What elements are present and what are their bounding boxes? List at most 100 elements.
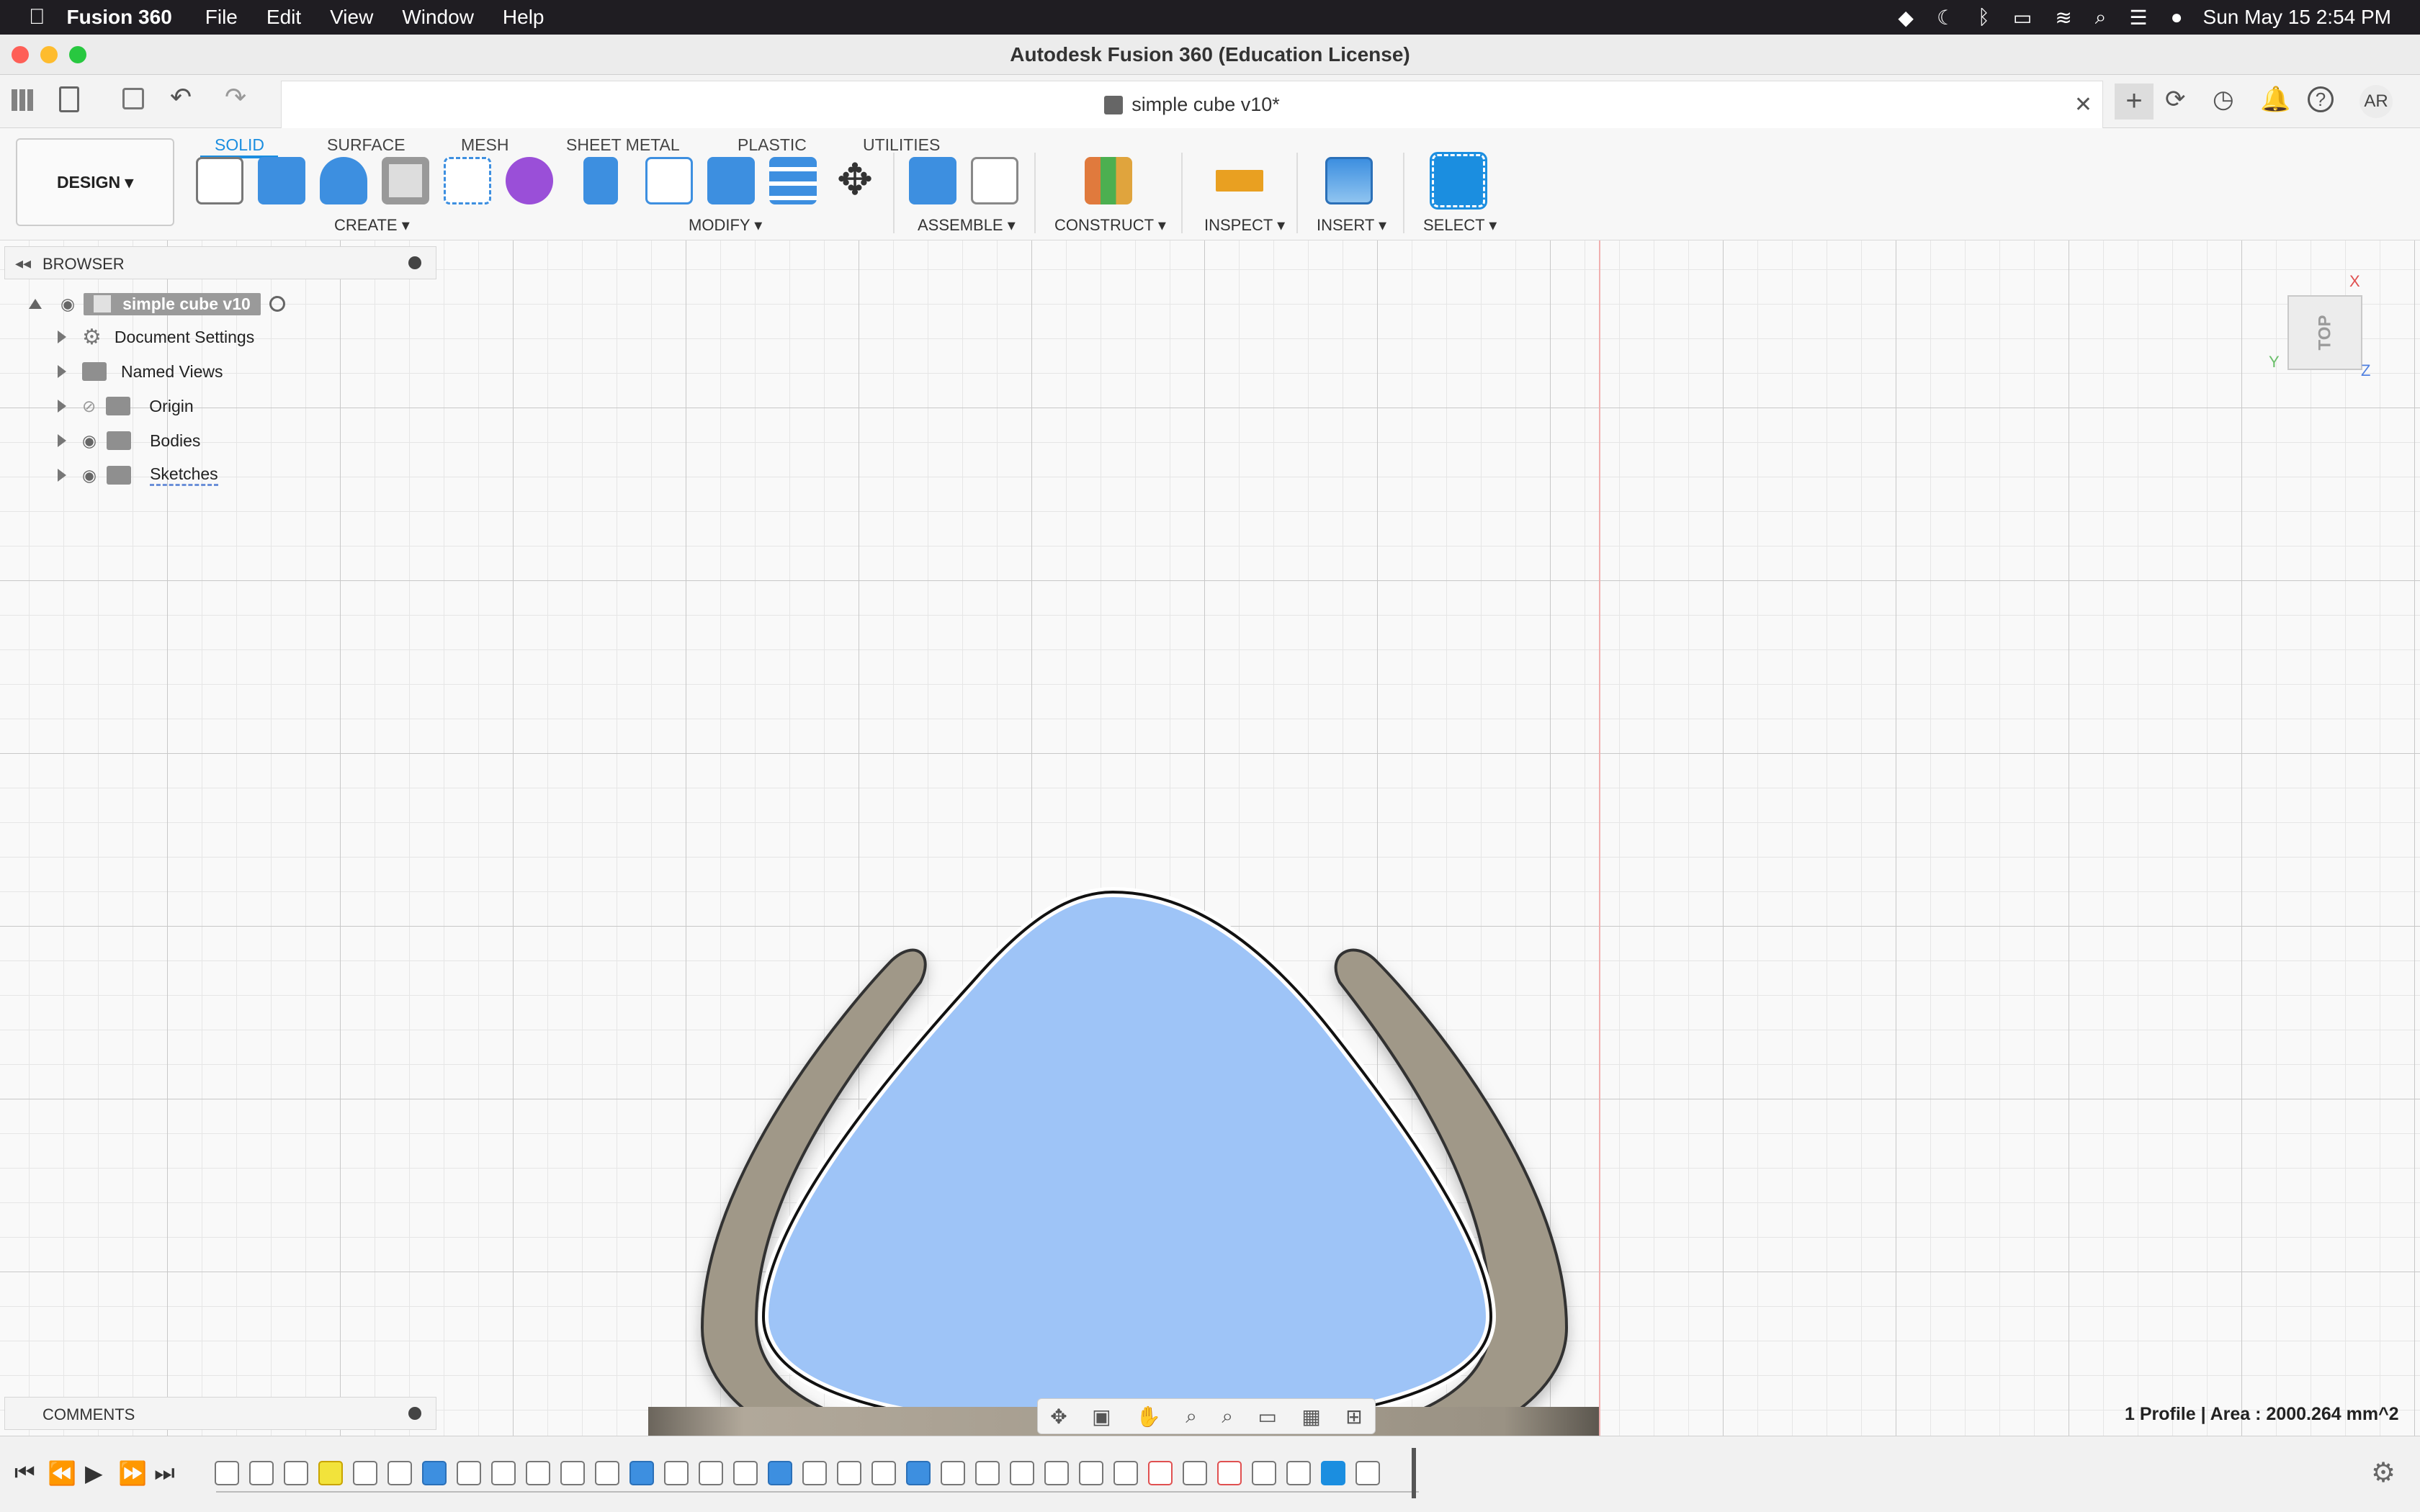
document-tab[interactable]: simple cube v10* ✕: [281, 81, 2103, 128]
model-svg[interactable]: [663, 629, 1599, 1508]
moon-icon[interactable]: ☾: [1925, 6, 1966, 30]
tab-mesh[interactable]: MESH: [461, 135, 508, 155]
timeline-feature-fillet-icon[interactable]: [1252, 1461, 1276, 1485]
zoom-window-button[interactable]: [69, 46, 86, 63]
bluetooth-icon[interactable]: ᛒ: [1966, 6, 2002, 29]
viewcube[interactable]: TOP: [2287, 295, 2362, 370]
timeline-feature-extrude-icon[interactable]: [906, 1461, 931, 1485]
timeline-last-icon[interactable]: ⏭: [154, 1459, 175, 1487]
pattern-icon[interactable]: [444, 157, 491, 204]
timeline-feature-move-icon[interactable]: [1079, 1461, 1103, 1485]
menu-file[interactable]: File: [191, 6, 252, 29]
tab-surface[interactable]: SURFACE: [327, 135, 405, 155]
browser-item-sketches[interactable]: ◉ Sketches: [58, 459, 218, 491]
new-tab-icon[interactable]: +: [2115, 84, 2154, 120]
timeline-prev-icon[interactable]: ⏪: [48, 1459, 76, 1487]
timeline-feature-move-icon[interactable]: [1286, 1461, 1311, 1485]
expand-caret[interactable]: [58, 365, 66, 378]
group-insert[interactable]: INSERT ▾: [1317, 216, 1386, 235]
spotlight-search-icon[interactable]: ⌕: [2084, 6, 2118, 30]
display-settings-icon[interactable]: ▭: [1258, 1405, 1277, 1428]
timeline-feature-delete-icon[interactable]: [1217, 1461, 1242, 1485]
expand-caret[interactable]: [58, 330, 66, 343]
siri-icon[interactable]: ●: [2159, 6, 2195, 29]
group-inspect[interactable]: INSPECT ▾: [1204, 216, 1285, 235]
timeline-feature-sketch-icon[interactable]: [215, 1461, 239, 1485]
timeline-feature-extrude-icon[interactable]: [422, 1461, 447, 1485]
fillet-icon[interactable]: [645, 157, 693, 204]
menu-app-name[interactable]: Fusion 360: [61, 6, 191, 29]
job-status-icon[interactable]: ◷: [2213, 85, 2234, 114]
timeline-feature-sketch-icon[interactable]: [664, 1461, 689, 1485]
pan-hand-icon[interactable]: ✋: [1136, 1405, 1161, 1428]
activate-radio-icon[interactable]: [269, 296, 285, 312]
group-assemble[interactable]: ASSEMBLE ▾: [918, 216, 1016, 235]
root-expand-caret[interactable]: [29, 299, 42, 309]
timeline-feature-joint-icon[interactable]: [802, 1461, 827, 1485]
timeline-first-icon[interactable]: ⏮: [14, 1459, 35, 1487]
timeline-feature-hole-icon[interactable]: [491, 1461, 516, 1485]
close-tab-icon[interactable]: ✕: [2074, 92, 2092, 117]
tab-solid[interactable]: SOLID: [215, 135, 264, 155]
menu-window[interactable]: Window: [387, 6, 488, 29]
timeline-feature-extrude-icon[interactable]: [629, 1461, 654, 1485]
extensions-icon[interactable]: ⟳: [2165, 85, 2186, 114]
collapse-browser-icon[interactable]: ◂◂: [15, 254, 31, 273]
shell-icon[interactable]: [769, 157, 817, 204]
browser-item-named-views[interactable]: Named Views: [58, 356, 223, 387]
save-icon[interactable]: [122, 88, 144, 109]
timeline-play-icon[interactable]: ▶: [85, 1459, 103, 1487]
timeline-feature-move-icon[interactable]: [1010, 1461, 1034, 1485]
file-menu-icon[interactable]: [59, 86, 79, 112]
timeline-feature-select-active-icon[interactable]: [1321, 1461, 1345, 1485]
zoom-icon[interactable]: ⌕: [1186, 1405, 1197, 1428]
revolve-icon[interactable]: [320, 157, 367, 204]
timeline-feature-fillet-icon[interactable]: [1113, 1461, 1138, 1485]
timeline-feature-sketch-active-icon[interactable]: [318, 1461, 343, 1485]
browser-pin-icon[interactable]: [408, 256, 421, 269]
fit-zoom-icon[interactable]: ⌕: [1222, 1405, 1233, 1428]
tab-sheet-metal[interactable]: SHEET METAL: [566, 135, 680, 155]
visibility-eye-icon[interactable]: ◉: [82, 431, 97, 451]
timeline-feature-sketch-icon[interactable]: [284, 1461, 308, 1485]
timeline-feature-sketch-icon[interactable]: [975, 1461, 1000, 1485]
battery-icon[interactable]: ▭: [2002, 6, 2043, 30]
timeline-feature-fillet-icon[interactable]: [1044, 1461, 1069, 1485]
timeline-feature-sketch-icon[interactable]: [1355, 1461, 1380, 1485]
tab-plastic[interactable]: PLASTIC: [738, 135, 807, 155]
insert-image-icon[interactable]: [1325, 157, 1373, 204]
menu-edit[interactable]: Edit: [252, 6, 315, 29]
press-pull-icon[interactable]: [583, 157, 618, 204]
move-copy-icon[interactable]: ✥: [831, 157, 879, 204]
timeline-feature-sketch-icon[interactable]: [871, 1461, 896, 1485]
timeline-feature-delete-icon[interactable]: [1148, 1461, 1173, 1485]
timeline-feature-extrude-icon[interactable]: [768, 1461, 792, 1485]
canvas-viewport[interactable]: TOP X Y Z ✥ ▣ ✋ ⌕ ⌕ ▭ ▦ ⊞ 1 Profile | Ar…: [0, 240, 2420, 1495]
user-avatar[interactable]: AR: [2360, 85, 2393, 118]
offset-plane-icon[interactable]: [1085, 157, 1132, 204]
joint-icon[interactable]: [971, 157, 1018, 204]
orbit-icon[interactable]: ✥: [1050, 1405, 1067, 1428]
menu-help[interactable]: Help: [488, 6, 559, 29]
create-sketch-icon[interactable]: [196, 157, 243, 204]
viewports-icon[interactable]: ⊞: [1345, 1405, 1362, 1428]
browser-root-row[interactable]: ◉ simple cube v10: [29, 288, 285, 320]
tab-utilities[interactable]: UTILITIES: [863, 135, 940, 155]
root-component-chip[interactable]: simple cube v10: [84, 292, 261, 315]
expand-caret[interactable]: [58, 434, 66, 447]
timeline-feature-fillet-icon[interactable]: [1183, 1461, 1207, 1485]
hidden-eye-icon[interactable]: ⊘: [82, 397, 96, 416]
timeline-feature-move-icon[interactable]: [595, 1461, 619, 1485]
timeline-feature-fillet-icon[interactable]: [941, 1461, 965, 1485]
data-panel-grid-icon[interactable]: [12, 89, 33, 111]
group-construct[interactable]: CONSTRUCT ▾: [1054, 216, 1166, 235]
hole-icon[interactable]: [382, 157, 429, 204]
look-at-icon[interactable]: ▣: [1092, 1405, 1111, 1428]
control-center-icon[interactable]: ☰: [2118, 6, 2159, 30]
workspace-switcher[interactable]: DESIGN ▾: [16, 138, 174, 226]
timeline-settings-gear-icon[interactable]: ⚙: [2371, 1457, 2396, 1489]
comments-pin-icon[interactable]: [408, 1407, 421, 1420]
timeline-feature-sketch-icon[interactable]: [249, 1461, 274, 1485]
combine-icon[interactable]: [707, 157, 755, 204]
create-form-icon[interactable]: [506, 157, 553, 204]
